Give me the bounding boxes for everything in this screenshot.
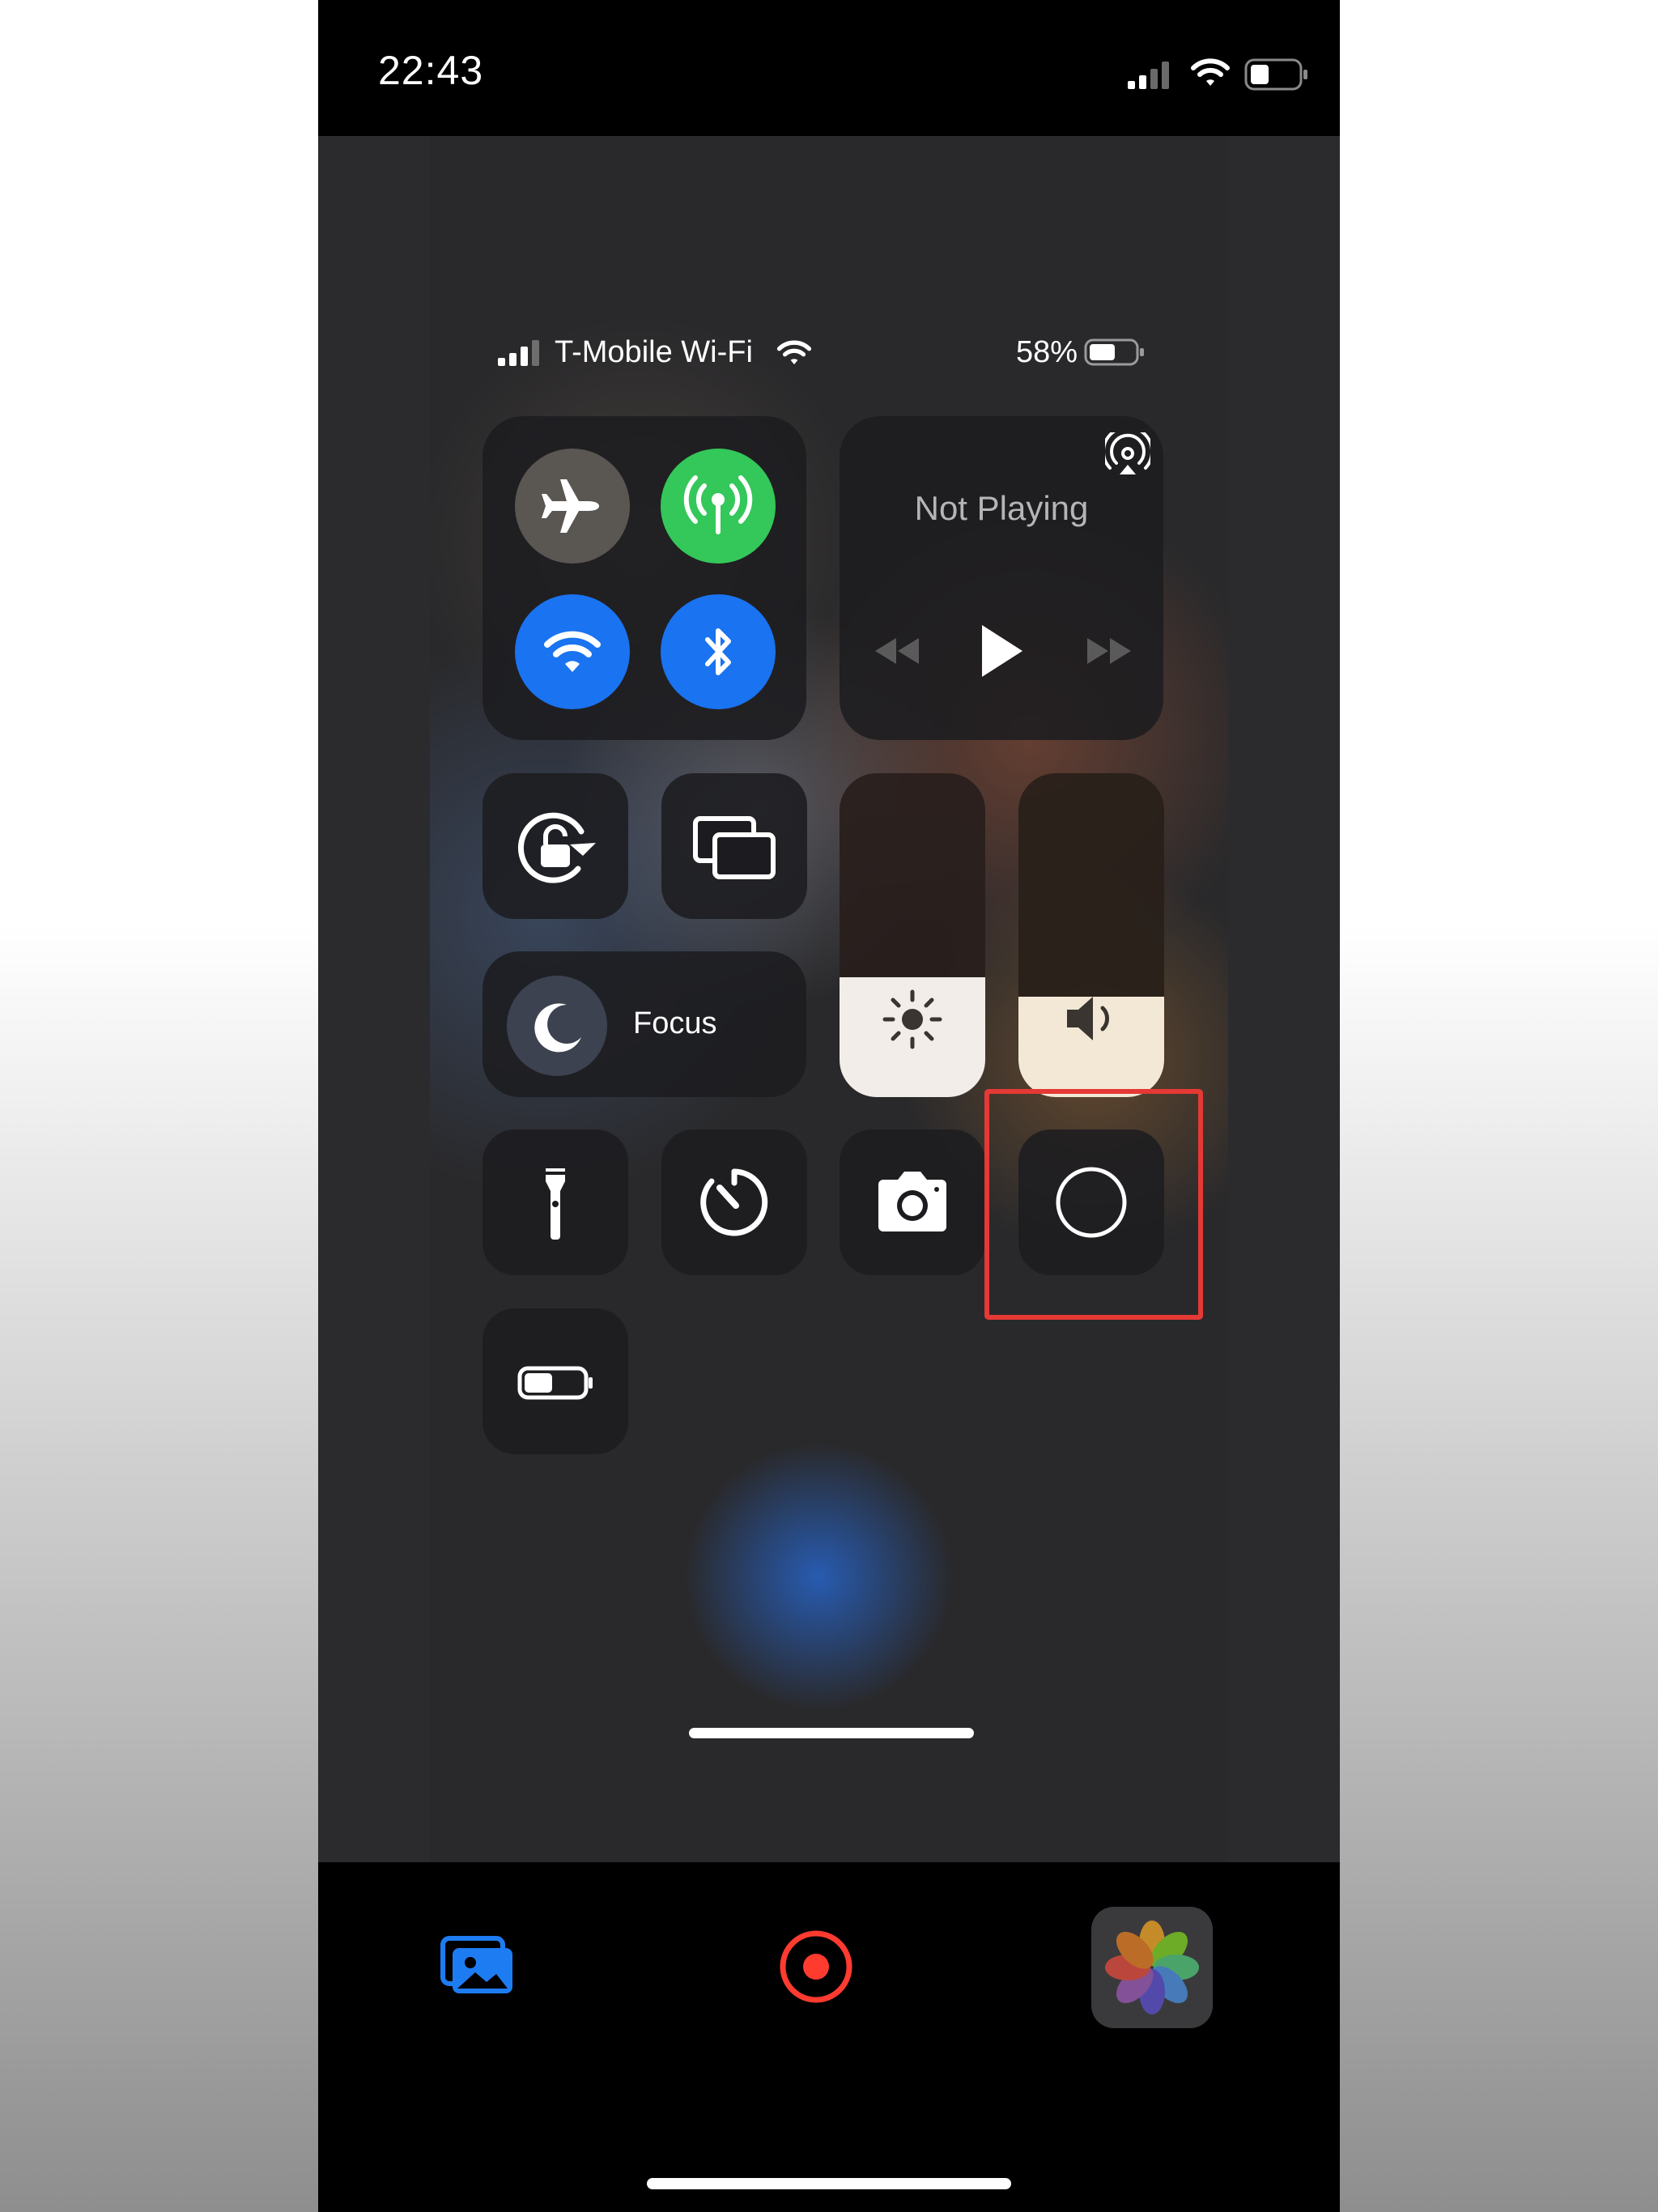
cc-battery-icon (1084, 338, 1144, 366)
brightness-slider[interactable] (840, 773, 985, 1097)
cellular-signal-icon (1128, 62, 1169, 89)
cc-cellular-signal-icon (498, 340, 539, 366)
screen-mirroring-button[interactable] (661, 773, 807, 919)
bluetooth-icon (705, 628, 731, 675)
photos-app-icon (1105, 1921, 1199, 2014)
timer-icon (700, 1168, 768, 1236)
volume-slider[interactable] (1018, 773, 1164, 1097)
wifi-toggle[interactable] (515, 594, 630, 709)
airplane-mode-toggle[interactable] (515, 449, 630, 564)
flashlight-icon (546, 1168, 565, 1240)
cellular-antenna-icon (683, 475, 753, 534)
airplay-icon[interactable] (1105, 432, 1150, 478)
now-playing-title: Not Playing (914, 489, 1089, 527)
cellular-data-toggle[interactable] (661, 449, 776, 564)
camera-button[interactable] (840, 1129, 985, 1275)
play-icon[interactable] (974, 620, 1027, 682)
battery-icon (1244, 58, 1307, 91)
bluetooth-toggle[interactable] (661, 594, 776, 709)
camera-icon (878, 1172, 946, 1231)
orientation-lock-icon (517, 812, 596, 883)
phone-frame: 22:43 T-Mobile Wi-Fi 58% Not Playing Foc… (318, 0, 1340, 2212)
focus-icon-circle (507, 976, 607, 1076)
wifi-icon (544, 631, 601, 672)
fast-forward-icon[interactable] (1084, 635, 1134, 667)
screen-mirroring-icon (693, 816, 776, 879)
focus-label: Focus (633, 1006, 717, 1040)
moon-icon (534, 1003, 581, 1053)
control-center: T-Mobile Wi-Fi 58% Not Playing Focus (430, 136, 1228, 1862)
low-power-mode-icon (517, 1366, 593, 1400)
cc-wifi-icon (776, 340, 812, 365)
speaker-icon (1067, 997, 1109, 1040)
now-playing-tile[interactable]: Not Playing (840, 416, 1163, 740)
connectivity-tile (483, 416, 806, 740)
flashlight-button[interactable] (483, 1129, 628, 1275)
record-icon[interactable] (778, 1929, 854, 2005)
device-home-indicator (647, 2178, 1011, 2189)
battery-percent: 58% (1016, 335, 1078, 369)
timer-button[interactable] (661, 1129, 807, 1275)
orientation-lock-button[interactable] (483, 773, 628, 919)
gallery-icon[interactable] (440, 1935, 516, 1997)
screen-recording-preview: T-Mobile Wi-Fi 58% Not Playing Focus (318, 136, 1340, 1862)
low-power-mode-button[interactable] (483, 1308, 628, 1454)
focus-button[interactable]: Focus (483, 951, 806, 1097)
status-bar: 22:43 (318, 0, 1340, 136)
airplane-icon (542, 479, 599, 533)
bottom-toolbar (318, 1862, 1340, 2212)
home-indicator (689, 1728, 974, 1738)
highlight-box (984, 1089, 1203, 1320)
wifi-icon (1191, 58, 1230, 86)
photos-app-button[interactable] (1091, 1907, 1213, 2028)
rewind-icon[interactable] (872, 635, 922, 667)
brightness-icon (882, 989, 942, 1049)
carrier-label: T-Mobile Wi-Fi (555, 335, 753, 369)
status-time: 22:43 (378, 48, 484, 93)
